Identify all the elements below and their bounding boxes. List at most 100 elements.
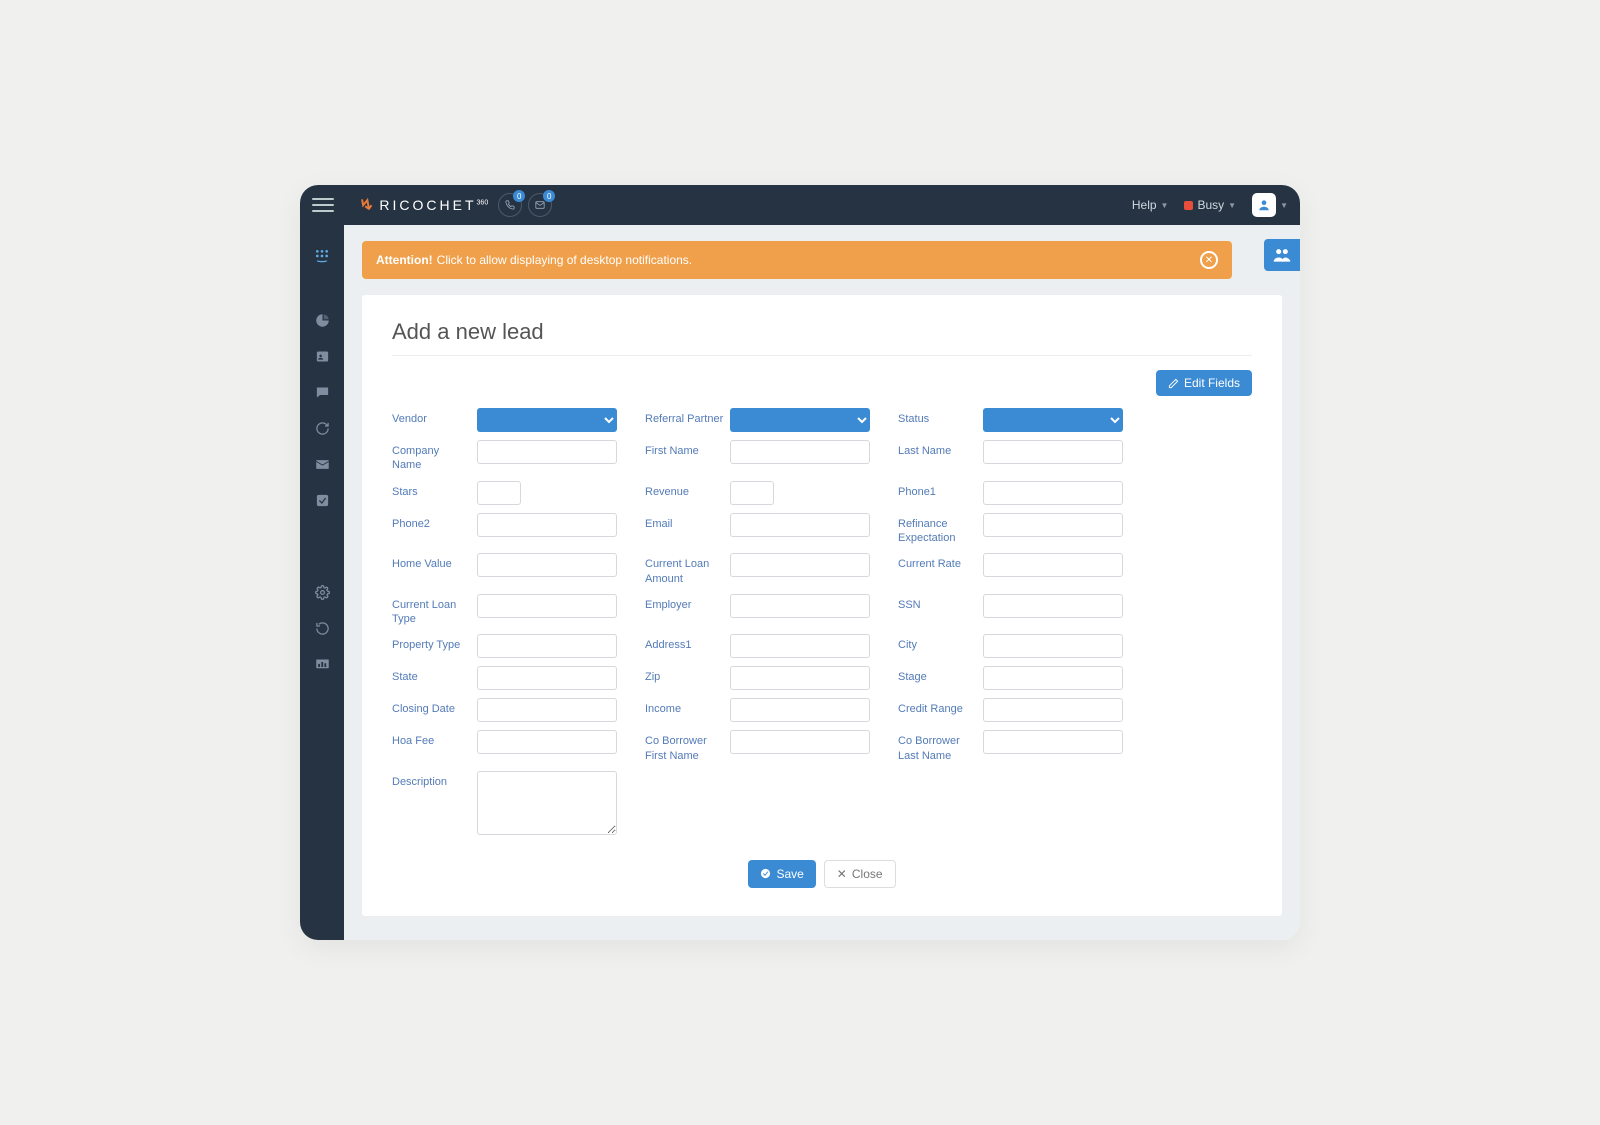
employer-input[interactable] <box>730 594 870 618</box>
address1-input[interactable] <box>730 634 870 658</box>
alert-banner[interactable]: Attention! Click to allow displaying of … <box>362 241 1232 279</box>
label-ssn: SSN <box>898 594 983 612</box>
app-frame: ↯ RICOCHET360 0 0 Help ▼ Busy ▼ <box>300 185 1300 940</box>
refinance-expectation-input[interactable] <box>983 513 1123 537</box>
user-avatar-icon <box>1252 193 1276 217</box>
label-referral-partner: Referral Partner <box>645 408 730 426</box>
label-email: Email <box>645 513 730 531</box>
notif-phone-button[interactable]: 0 <box>498 193 522 217</box>
phone1-input[interactable] <box>983 481 1123 505</box>
form-grid: Vendor Referral Partner Status Company N… <box>392 408 1252 838</box>
current-rate-input[interactable] <box>983 553 1123 577</box>
sidebar-item-refresh[interactable] <box>300 611 344 645</box>
label-employer: Employer <box>645 594 730 612</box>
label-property-type: Property Type <box>392 634 477 652</box>
property-type-input[interactable] <box>477 634 617 658</box>
edit-fields-button[interactable]: Edit Fields <box>1156 370 1252 396</box>
hoa-fee-input[interactable] <box>477 730 617 754</box>
label-current-rate: Current Rate <box>898 553 983 571</box>
phone2-input[interactable] <box>477 513 617 537</box>
referral-partner-select[interactable] <box>730 408 870 432</box>
state-input[interactable] <box>477 666 617 690</box>
label-state: State <box>392 666 477 684</box>
alert-strong: Attention! <box>376 253 433 267</box>
label-description: Description <box>392 771 477 789</box>
save-button[interactable]: Save <box>748 860 815 888</box>
label-closing-date: Closing Date <box>392 698 477 716</box>
form-panel: Add a new lead Edit Fields Vendor Referr… <box>362 295 1282 916</box>
city-input[interactable] <box>983 634 1123 658</box>
sidebar-item-reports[interactable] <box>300 647 344 681</box>
sidebar-item-contacts[interactable] <box>300 339 344 373</box>
sidebar-item-tasks[interactable] <box>300 483 344 517</box>
credit-range-input[interactable] <box>983 698 1123 722</box>
app-body: Attention! Click to allow displaying of … <box>300 225 1300 940</box>
sidebar-item-dialer[interactable] <box>300 239 344 273</box>
sidebar-item-email[interactable] <box>300 447 344 481</box>
company-name-input[interactable] <box>477 440 617 464</box>
page-title: Add a new lead <box>392 319 1252 356</box>
description-textarea[interactable] <box>477 771 617 835</box>
zip-input[interactable] <box>730 666 870 690</box>
label-revenue: Revenue <box>645 481 730 499</box>
label-zip: Zip <box>645 666 730 684</box>
first-name-input[interactable] <box>730 440 870 464</box>
label-stars: Stars <box>392 481 477 499</box>
income-input[interactable] <box>730 698 870 722</box>
label-status: Status <box>898 408 983 426</box>
stars-select[interactable]: -- <box>477 481 521 505</box>
current-loan-amount-input[interactable] <box>730 553 870 577</box>
label-city: City <box>898 634 983 652</box>
brand-text: RICOCHET360 <box>379 197 488 213</box>
home-value-input[interactable] <box>477 553 617 577</box>
close-button[interactable]: ✕ Close <box>824 860 896 888</box>
current-loan-type-input[interactable] <box>477 594 617 618</box>
sidebar-item-messages[interactable] <box>300 375 344 409</box>
user-menu[interactable]: ▼ <box>1252 193 1288 217</box>
label-company-name: Company Name <box>392 440 477 473</box>
label-hoa-fee: Hoa Fee <box>392 730 477 748</box>
sidebar-item-dashboard[interactable] <box>300 303 344 337</box>
sidebar-item-settings[interactable] <box>300 575 344 609</box>
label-address1: Address1 <box>645 634 730 652</box>
people-fab-button[interactable] <box>1264 239 1300 271</box>
label-last-name: Last Name <box>898 440 983 458</box>
stage-input[interactable] <box>983 666 1123 690</box>
alert-text: Click to allow displaying of desktop not… <box>437 253 692 267</box>
label-current-loan-amount: Current Loan Amount <box>645 553 730 586</box>
topbar: ↯ RICOCHET360 0 0 Help ▼ Busy ▼ <box>300 185 1300 225</box>
label-credit-range: Credit Range <box>898 698 983 716</box>
label-co-borrower-first: Co Borrower First Name <box>645 730 730 763</box>
status-label: Busy <box>1197 198 1224 212</box>
status-dot-icon <box>1184 201 1193 210</box>
vendor-select[interactable] <box>477 408 617 432</box>
closing-date-input[interactable] <box>477 698 617 722</box>
save-label: Save <box>776 867 803 881</box>
last-name-input[interactable] <box>983 440 1123 464</box>
revenue-select[interactable]: -- <box>730 481 774 505</box>
ssn-input[interactable] <box>983 594 1123 618</box>
alert-close-button[interactable]: ✕ <box>1200 251 1218 269</box>
edit-icon <box>1168 378 1179 389</box>
notif-badge-2: 0 <box>543 190 555 202</box>
check-circle-icon <box>760 868 771 879</box>
label-home-value: Home Value <box>392 553 477 571</box>
label-stage: Stage <box>898 666 983 684</box>
help-dropdown[interactable]: Help ▼ <box>1132 198 1169 212</box>
edit-fields-label: Edit Fields <box>1184 376 1240 390</box>
topbar-notif-icons: 0 0 <box>498 193 552 217</box>
chevron-down-icon: ▼ <box>1228 201 1236 210</box>
notif-badge-1: 0 <box>513 190 525 202</box>
notif-mail-button[interactable]: 0 <box>528 193 552 217</box>
topbar-right: Help ▼ Busy ▼ ▼ <box>1132 193 1288 217</box>
label-co-borrower-last: Co Borrower Last Name <box>898 730 983 763</box>
sidebar-item-sync[interactable] <box>300 411 344 445</box>
email-input[interactable] <box>730 513 870 537</box>
label-phone1: Phone1 <box>898 481 983 499</box>
menu-toggle-button[interactable] <box>312 198 334 212</box>
form-actions: Save ✕ Close <box>392 860 1252 888</box>
co-borrower-first-input[interactable] <box>730 730 870 754</box>
co-borrower-last-input[interactable] <box>983 730 1123 754</box>
status-select[interactable] <box>983 408 1123 432</box>
status-dropdown[interactable]: Busy ▼ <box>1184 198 1236 212</box>
